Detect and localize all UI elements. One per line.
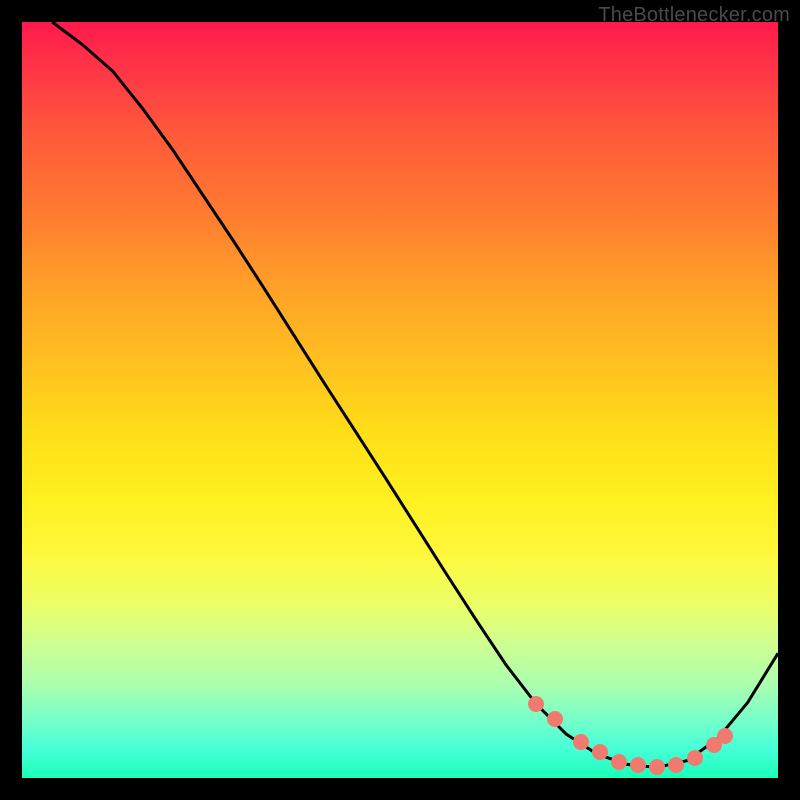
chart-marker <box>547 711 563 727</box>
chart-marker <box>687 750 703 766</box>
chart-marker <box>611 754 627 770</box>
chart-marker <box>573 734 589 750</box>
chart-marker <box>630 757 646 773</box>
bottleneck-curve <box>52 22 778 767</box>
watermark-label: TheBottlenecker.com <box>598 4 790 27</box>
chart-marker <box>717 728 733 744</box>
chart-curve-svg <box>22 22 778 778</box>
chart-marker <box>649 759 665 775</box>
chart-marker <box>528 696 544 712</box>
chart-plot-area <box>22 22 778 778</box>
chart-marker <box>668 757 684 773</box>
chart-marker <box>592 744 608 760</box>
